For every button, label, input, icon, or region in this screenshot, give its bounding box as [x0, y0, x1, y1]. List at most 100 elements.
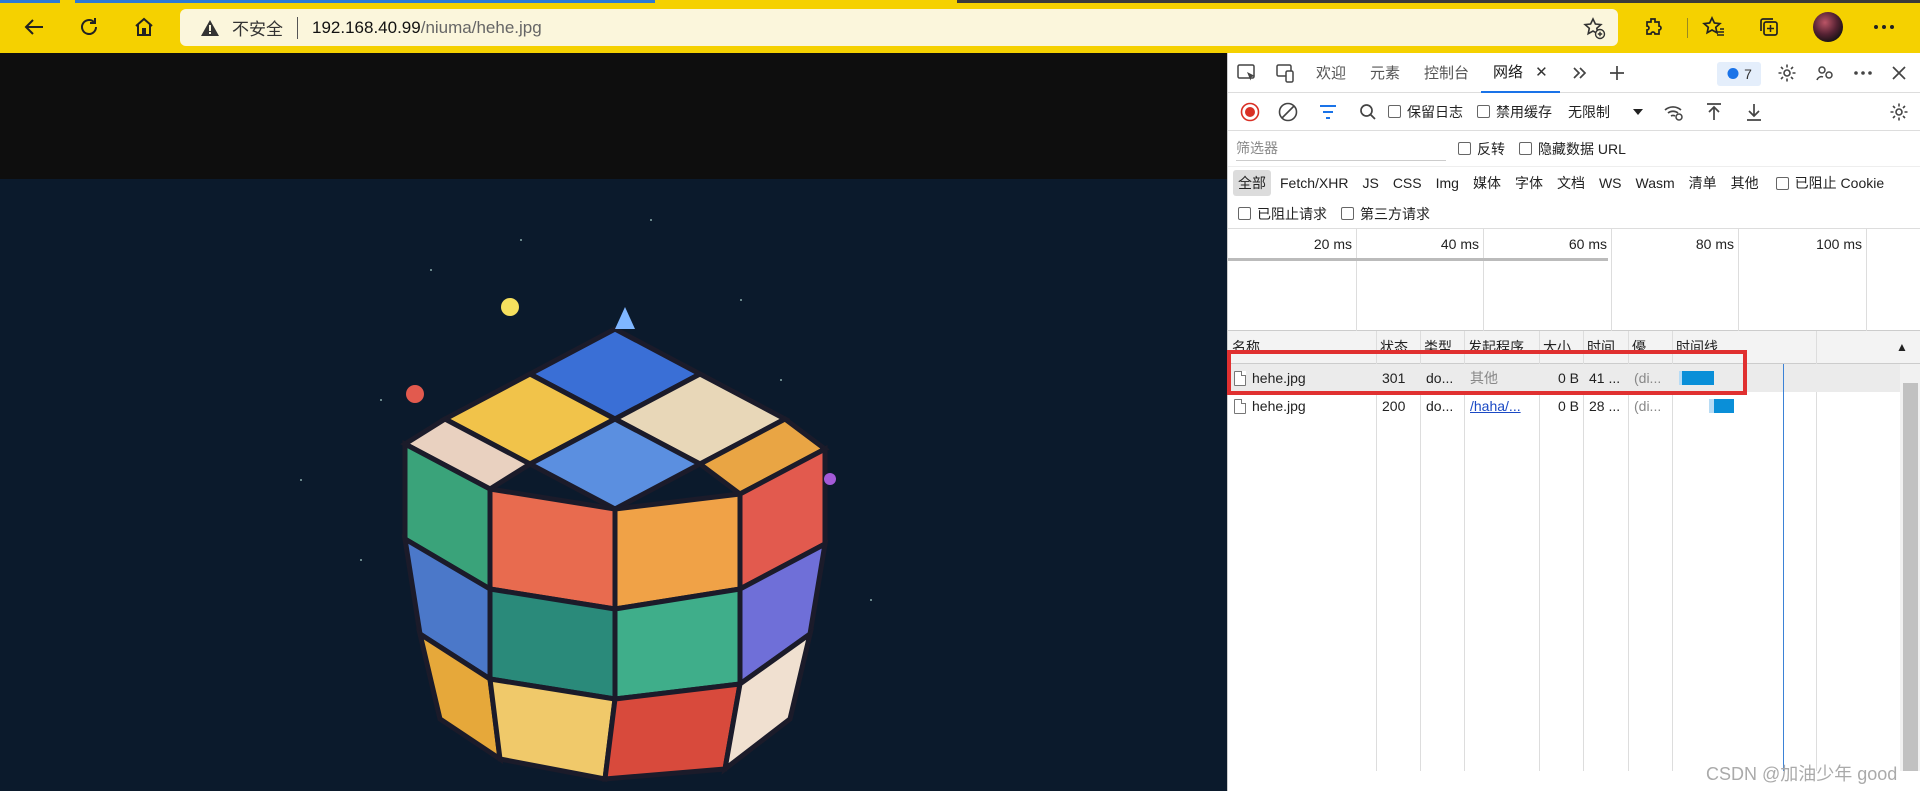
- type-filter-fetch-xhr[interactable]: Fetch/XHR: [1275, 172, 1353, 194]
- network-settings-button[interactable]: [1879, 93, 1919, 131]
- warning-icon[interactable]: [200, 18, 222, 38]
- request-initiator-link[interactable]: /haha/...: [1464, 392, 1539, 420]
- blocked-cookies-label: 已阻止 Cookie: [1794, 175, 1885, 191]
- table-row[interactable]: hehe.jpg 200 do... /haha/... 0 B 28 ... …: [1228, 392, 1900, 420]
- type-filter-doc[interactable]: 文档: [1552, 170, 1590, 196]
- close-tab-icon[interactable]: ✕: [1535, 63, 1548, 81]
- displayed-image: [0, 179, 1227, 791]
- overview-gridline: [1611, 229, 1612, 331]
- star-plus-icon: [1583, 17, 1606, 40]
- export-har-button[interactable]: [1734, 93, 1774, 131]
- type-filter-ws[interactable]: WS: [1594, 172, 1627, 194]
- type-filter-wasm[interactable]: Wasm: [1631, 172, 1680, 194]
- type-filter-all[interactable]: 全部: [1233, 170, 1271, 196]
- overview-tick-label: 60 ms: [1568, 236, 1607, 252]
- home-icon: [135, 17, 153, 36]
- more-horizontal-icon: [1874, 25, 1894, 29]
- url-path[interactable]: /niuma/hehe.jpg: [421, 18, 542, 38]
- network-conditions-button[interactable]: [1654, 93, 1694, 131]
- security-label[interactable]: 不安全: [232, 15, 283, 40]
- third-party-checkbox[interactable]: 第三方请求: [1341, 204, 1430, 224]
- blocked-cookies-checkbox[interactable]: 已阻止 Cookie: [1775, 173, 1885, 193]
- address-bar[interactable]: 不安全 192.168.40.99/niuma/hehe.jpg: [180, 9, 1618, 46]
- request-priority: (di...: [1634, 398, 1662, 414]
- gear-icon: [1778, 64, 1796, 81]
- type-filter-font[interactable]: 字体: [1510, 170, 1548, 196]
- checkbox-box[interactable]: [1477, 105, 1490, 118]
- checkbox-box[interactable]: [1388, 105, 1401, 118]
- extensions-button[interactable]: [1637, 10, 1671, 44]
- rubiks-cube-illustration: [399, 298, 836, 782]
- close-devtools-button[interactable]: [1880, 53, 1918, 93]
- request-type: do...: [1426, 398, 1454, 414]
- checkbox-box[interactable]: [1775, 176, 1789, 190]
- devtools-settings-button[interactable]: [1768, 53, 1806, 93]
- device-emulation-button[interactable]: [1266, 53, 1304, 93]
- checkbox-box[interactable]: [1519, 142, 1532, 155]
- more-tabs-button[interactable]: [1560, 53, 1598, 93]
- type-filter-css[interactable]: CSS: [1388, 172, 1427, 194]
- toolbar-separator: [1687, 18, 1688, 38]
- type-filter-manifest[interactable]: 清单: [1684, 170, 1722, 196]
- page-viewport: [0, 53, 1227, 791]
- preserve-log-checkbox[interactable]: 保留日志: [1388, 102, 1463, 122]
- watermark: CSDN @加油少年 good: [1706, 764, 1898, 784]
- throttling-select[interactable]: 无限制: [1568, 102, 1644, 122]
- settings-more-button[interactable]: [1867, 10, 1901, 44]
- tab-strip-edge: [0, 0, 60, 3]
- inspect-cursor-icon: [1237, 63, 1255, 80]
- issues-badge[interactable]: 7: [1717, 62, 1761, 86]
- customize-button[interactable]: [1806, 53, 1844, 93]
- tab-elements[interactable]: 元素: [1358, 53, 1412, 93]
- filter-input[interactable]: [1236, 136, 1446, 161]
- sort-triangle-icon[interactable]: ▲: [1896, 340, 1908, 354]
- favorites-button[interactable]: [1697, 10, 1731, 44]
- clear-button[interactable]: [1268, 93, 1308, 131]
- hide-data-urls-checkbox[interactable]: 隐藏数据 URL: [1519, 139, 1626, 159]
- add-tool-button[interactable]: [1598, 53, 1636, 93]
- network-overview[interactable]: 20 ms 40 ms 60 ms 80 ms 100 ms: [1228, 229, 1920, 331]
- profile-avatar[interactable]: [1813, 12, 1843, 42]
- record-button[interactable]: [1232, 93, 1268, 131]
- active-tab-edge[interactable]: [75, 0, 655, 3]
- plus-icon: [1609, 65, 1624, 80]
- request-name[interactable]: hehe.jpg: [1228, 392, 1376, 420]
- devtools-more-button[interactable]: [1844, 53, 1882, 93]
- overview-tick-label: 80 ms: [1695, 236, 1734, 252]
- disable-cache-checkbox[interactable]: 禁用缓存: [1477, 102, 1552, 122]
- request-size: 0 B: [1557, 398, 1579, 414]
- preserve-log-label: 保留日志: [1407, 103, 1463, 120]
- type-filter-other[interactable]: 其他: [1726, 170, 1764, 196]
- tab-console[interactable]: 控制台: [1412, 53, 1481, 93]
- home-button[interactable]: [127, 10, 161, 44]
- waterfall-bar[interactable]: [1714, 399, 1734, 413]
- overview-gridline: [1738, 229, 1739, 331]
- add-favorite-button[interactable]: [1582, 16, 1606, 43]
- table-scrollbar-thumb[interactable]: [1903, 383, 1918, 771]
- search-button[interactable]: [1348, 93, 1388, 131]
- import-har-button[interactable]: [1694, 93, 1734, 131]
- device-icon: [1276, 63, 1294, 83]
- people-connect-icon: [1816, 65, 1833, 80]
- type-filter-media[interactable]: 媒体: [1468, 170, 1506, 196]
- tab-network[interactable]: 网络 ✕: [1481, 53, 1560, 93]
- invert-checkbox[interactable]: 反转: [1458, 139, 1505, 159]
- checkbox-box[interactable]: [1458, 142, 1471, 155]
- url-host[interactable]: 192.168.40.99: [312, 18, 421, 38]
- back-button[interactable]: [17, 10, 51, 44]
- tab-welcome[interactable]: 欢迎: [1304, 53, 1358, 93]
- type-filter-img[interactable]: Img: [1431, 172, 1464, 194]
- inspect-element-button[interactable]: [1228, 53, 1266, 93]
- blocked-requests-checkbox[interactable]: 已阻止请求: [1238, 204, 1327, 224]
- filter-toggle-button[interactable]: [1308, 93, 1348, 131]
- type-filter-js[interactable]: JS: [1357, 172, 1383, 194]
- third-party-label: 第三方请求: [1360, 205, 1430, 222]
- blocked-requests-label: 已阻止请求: [1257, 205, 1327, 222]
- reload-button[interactable]: [72, 10, 106, 44]
- search-icon: [1360, 103, 1376, 120]
- checkbox-box[interactable]: [1341, 207, 1354, 220]
- collections-button[interactable]: [1752, 10, 1786, 44]
- request-name-text: hehe.jpg: [1252, 398, 1306, 414]
- download-icon: [1747, 103, 1761, 121]
- checkbox-box[interactable]: [1238, 207, 1251, 220]
